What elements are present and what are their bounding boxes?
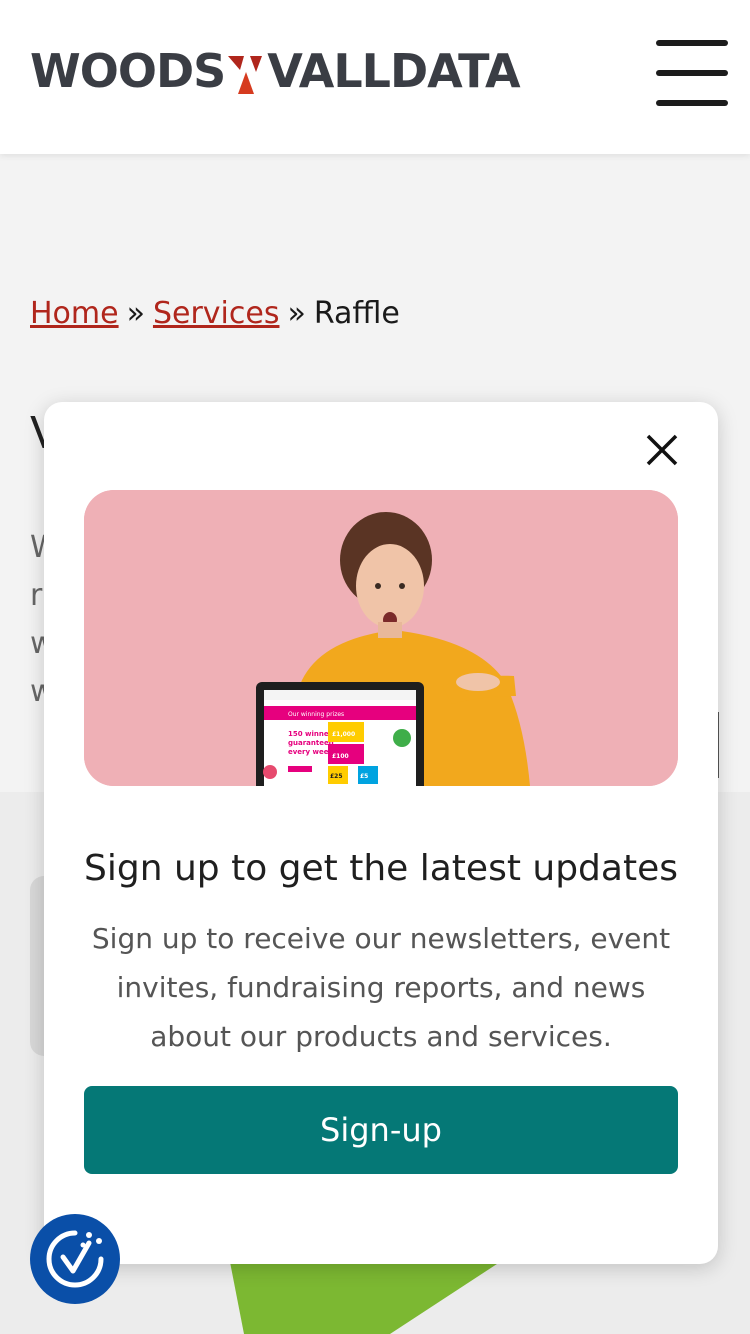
site-logo[interactable]: WOODS VALLDATA (30, 44, 521, 98)
breadcrumb-current: Raffle (313, 296, 400, 331)
accessibility-button[interactable] (30, 1214, 120, 1304)
breadcrumb-home-link[interactable]: Home (30, 296, 119, 331)
hero-image: Our winning prizes 150 winners guarantee… (84, 490, 678, 786)
logo-text-valldata: VALLDATA (267, 44, 520, 98)
breadcrumb: Home» Services» Raffle (30, 296, 400, 331)
woman-with-laptop-illustration: Our winning prizes 150 winners guarantee… (84, 490, 678, 786)
breadcrumb-services-link[interactable]: Services (153, 296, 280, 331)
modal-title: Sign up to get the latest updates (84, 848, 678, 889)
logo-text-woods: WOODS (30, 44, 226, 98)
signup-button[interactable]: Sign-up (84, 1086, 678, 1174)
breadcrumb-separator: » (287, 296, 306, 331)
accessibility-icon (46, 1230, 104, 1288)
laptop-prize-2: £100 (332, 753, 349, 760)
signup-modal: Our winning prizes 150 winners guarantee… (44, 402, 718, 1264)
logo-mark-icon (228, 56, 263, 94)
site-header: WOODS VALLDATA (0, 0, 750, 154)
close-icon[interactable] (638, 426, 686, 474)
hamburger-menu-icon[interactable] (652, 40, 732, 106)
laptop-prize-3: £25 (330, 773, 343, 780)
laptop-banner: Our winning prizes (288, 711, 344, 718)
modal-description: Sign up to receive our newsletters, even… (91, 922, 671, 1053)
breadcrumb-separator: » (126, 296, 145, 331)
intro-text-line: r (30, 578, 43, 613)
card-image-edge (30, 876, 44, 1056)
laptop-headline-2: guaranteed (288, 739, 334, 747)
laptop-headline-3: every week (288, 748, 333, 756)
laptop-prize-1: £1,000 (332, 731, 355, 738)
laptop-prize-4: £5 (360, 773, 368, 780)
